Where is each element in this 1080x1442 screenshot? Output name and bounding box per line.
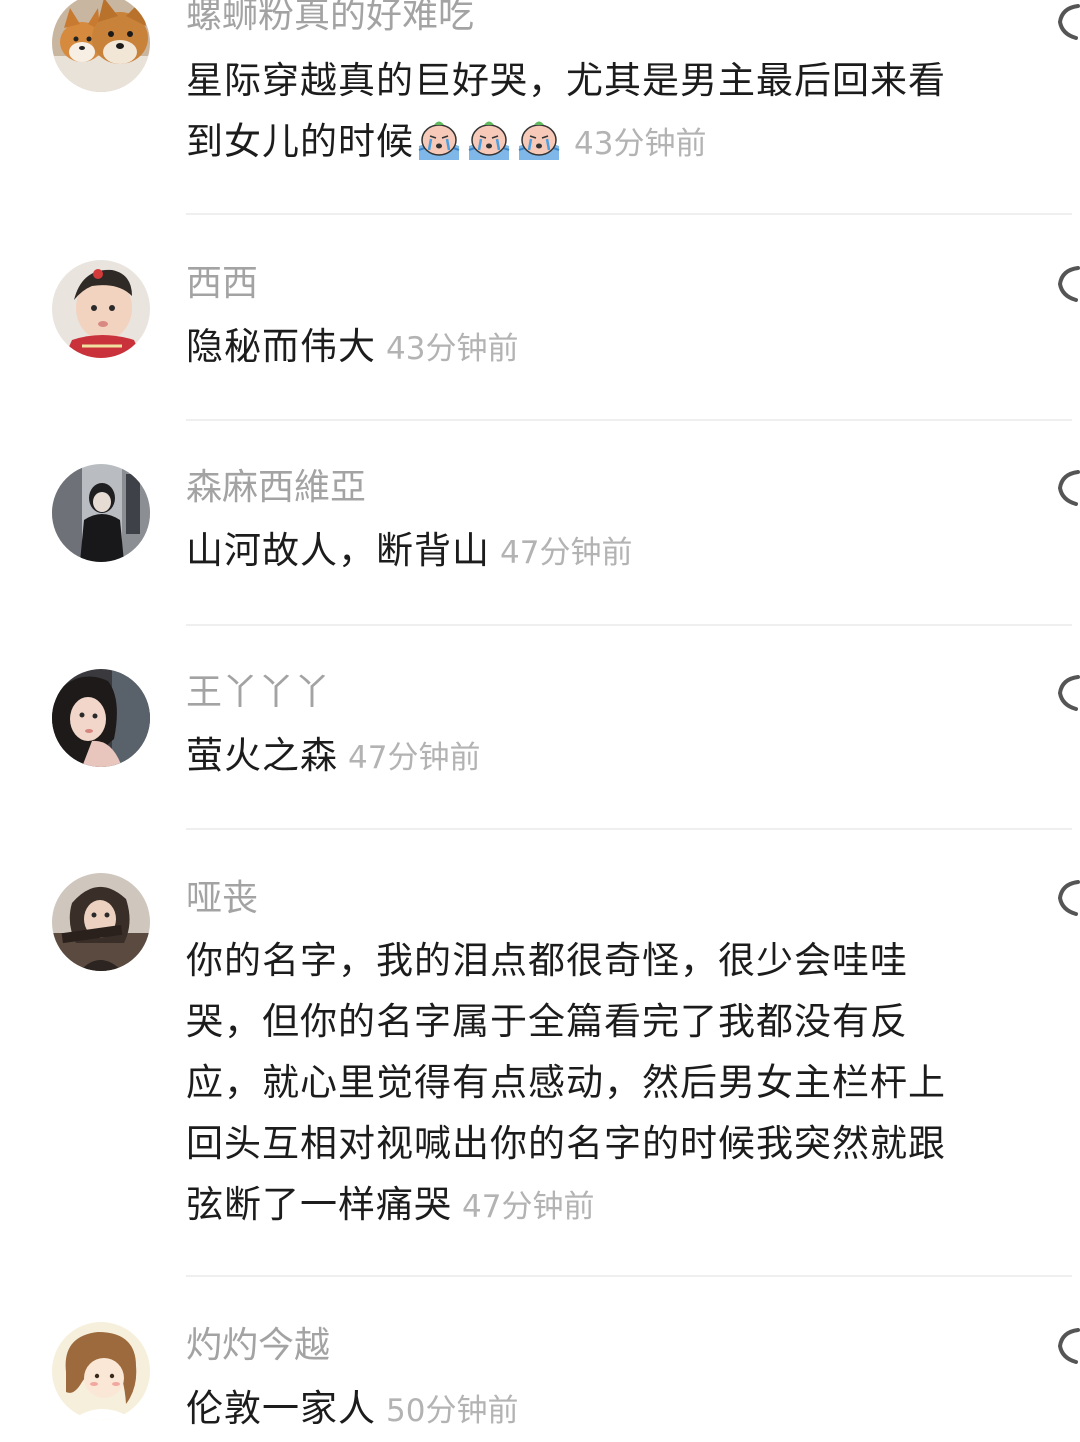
comment-text: 伦敦一家人 50分钟前 <box>186 1378 986 1442</box>
shiba-dog-avatar[interactable] <box>52 0 150 92</box>
reply-bubble-icon[interactable] <box>1054 878 1080 918</box>
divider <box>186 624 1072 626</box>
reply-bubble-icon[interactable] <box>1054 2 1080 42</box>
crying-face-emoji-icon <box>414 116 464 162</box>
comment-text: 山河故人，断背山 47分钟前 <box>186 520 986 584</box>
comment-text-line: 你的名字，我的泪点都很奇怪，很少会哇哇 <box>186 939 908 982</box>
cartoon-girl-avatar[interactable] <box>52 1322 150 1420</box>
comment-text-line: 哭，但你的名字属于全篇看完了我都没有反 <box>186 1000 908 1043</box>
girl-portrait-avatar[interactable] <box>52 669 150 767</box>
reply-bubble-icon[interactable] <box>1054 673 1080 713</box>
username[interactable]: 王丫丫丫 <box>186 671 330 715</box>
comment-text: 星际穿越真的巨好哭，尤其是男主最后回来看 到女儿的时候 43分钟前 <box>186 50 986 180</box>
comment-text: 你的名字，我的泪点都很奇怪，很少会哇哇 哭，但你的名字属于全篇看完了我都没有反 … <box>186 930 986 1238</box>
divider <box>186 1275 1072 1277</box>
comment-text-line: 星际穿越真的巨好哭，尤其是男主最后回来看 <box>186 59 946 102</box>
comment-text-part: 隐秘而伟大 <box>186 325 376 368</box>
comment-text-line: 到女儿的时候 43分钟前 <box>186 111 986 180</box>
comment-text-part: 弦断了一样痛哭 <box>186 1183 452 1226</box>
crying-face-emoji-icon <box>514 116 564 162</box>
timestamp: 43分钟前 <box>574 126 707 162</box>
mirror-selfie-avatar[interactable] <box>52 464 150 562</box>
emoji-group <box>414 116 564 180</box>
comment-text-part: 山河故人，断背山 <box>186 529 490 572</box>
comment-text-part: 到女儿的时候 <box>186 120 414 163</box>
comment-text-line: 回头互相对视喊出你的名字的时候我突然就跟 <box>186 1122 946 1165</box>
baby-photo-avatar[interactable] <box>52 260 150 358</box>
timestamp: 50分钟前 <box>386 1393 519 1429</box>
username[interactable]: 哑丧 <box>186 877 258 921</box>
username[interactable]: 螺蛳粉真的好难吃 <box>186 0 474 38</box>
divider <box>186 828 1072 830</box>
comment-text: 隐秘而伟大 43分钟前 <box>186 316 986 380</box>
comment-text-part: 萤火之森 <box>186 734 338 777</box>
username[interactable]: 西西 <box>186 262 258 306</box>
divider <box>186 419 1072 421</box>
username[interactable]: 灼灼今越 <box>186 1324 330 1368</box>
timestamp: 47分钟前 <box>348 740 481 776</box>
reply-bubble-icon[interactable] <box>1054 264 1080 304</box>
timestamp: 47分钟前 <box>462 1189 595 1225</box>
girl-selfie-avatar[interactable] <box>52 873 150 971</box>
comment-text-part: 伦敦一家人 <box>186 1387 376 1430</box>
comment-list: 螺蛳粉真的好难吃 星际穿越真的巨好哭，尤其是男主最后回来看 到女儿的时候 43分钟… <box>0 0 1080 1439</box>
crying-face-emoji-icon <box>464 116 514 162</box>
timestamp: 47分钟前 <box>500 535 633 571</box>
comment-text: 萤火之森 47分钟前 <box>186 725 986 789</box>
reply-bubble-icon[interactable] <box>1054 468 1080 508</box>
comment-text-line: 应，就心里觉得有点感动，然后男女主栏杆上 <box>186 1061 946 1104</box>
timestamp: 43分钟前 <box>386 331 519 367</box>
divider <box>186 213 1072 215</box>
comment-text-line: 弦断了一样痛哭 47分钟前 <box>186 1174 986 1238</box>
username[interactable]: 森麻西維亞 <box>186 466 366 510</box>
reply-bubble-icon[interactable] <box>1054 1326 1080 1366</box>
